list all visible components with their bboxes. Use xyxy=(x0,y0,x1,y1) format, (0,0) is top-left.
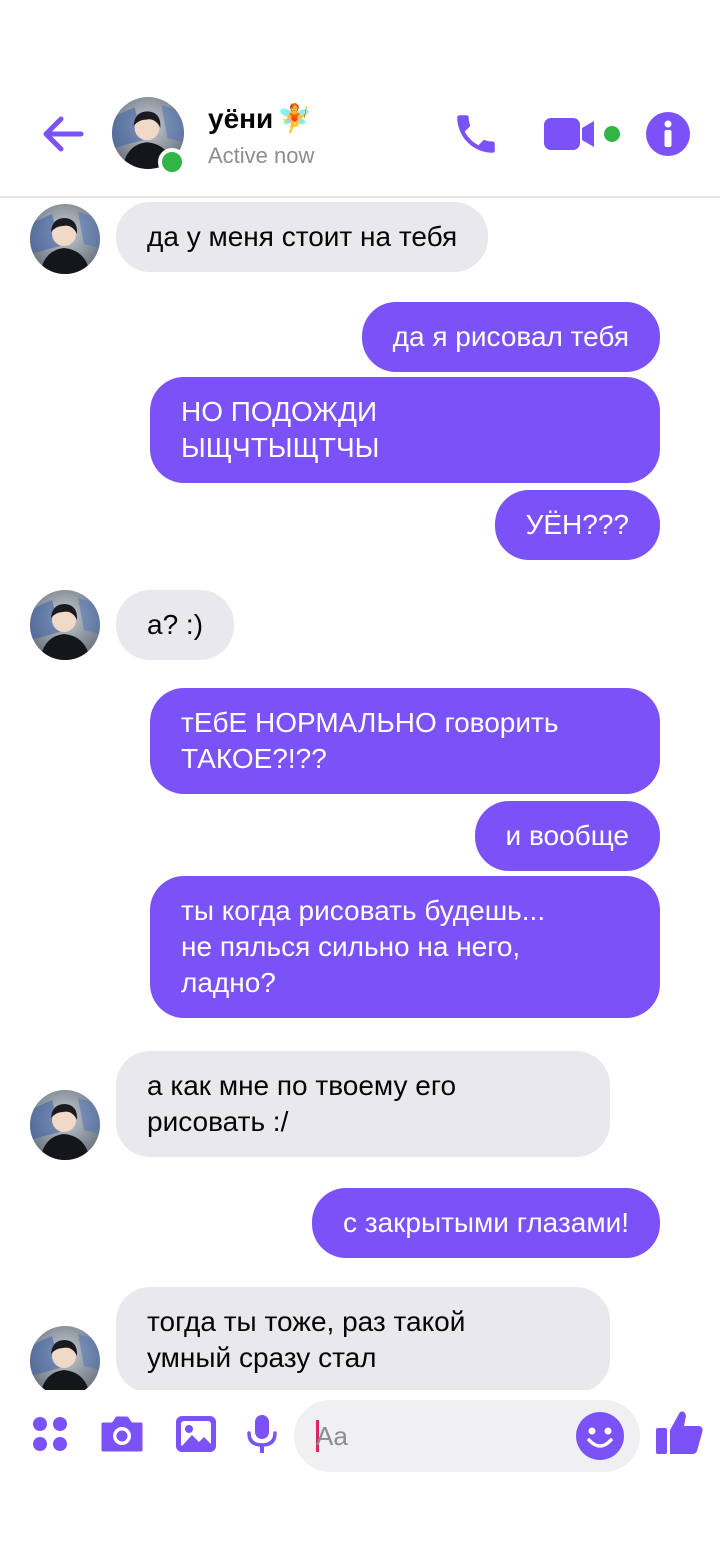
chat-header: уёни 🧚 Active now xyxy=(0,0,720,198)
message-thread[interactable]: да у меня стоит на тебя да я рисовал теб… xyxy=(0,200,720,1390)
contact-name[interactable]: уёни 🧚 xyxy=(208,102,312,135)
back-arrow-icon[interactable] xyxy=(36,108,88,160)
message-composer xyxy=(0,1392,720,1482)
phone-icon[interactable] xyxy=(448,106,504,162)
sender-avatar xyxy=(30,204,100,274)
incoming-message[interactable]: тогда ты тоже, раз такой умный сразу ста… xyxy=(116,1287,610,1390)
outgoing-message[interactable]: да я рисовал тебя xyxy=(361,302,660,372)
incoming-message[interactable]: а как мне по твоему его рисовать :/ xyxy=(116,1051,610,1157)
contact-name-text: уёни xyxy=(208,102,274,134)
incoming-message[interactable]: да у меня стоит на тебя xyxy=(116,202,489,272)
outgoing-message[interactable]: НО ПОДОЖДИ ЫЩЧТЫЩТЧЫ xyxy=(150,377,660,483)
gallery-icon[interactable] xyxy=(170,1408,222,1460)
incoming-message[interactable]: а? :) xyxy=(116,590,235,660)
thumbs-up-icon[interactable] xyxy=(654,1406,710,1462)
active-status: Active now xyxy=(208,143,315,168)
sender-avatar xyxy=(30,1326,100,1390)
apps-grid-icon[interactable] xyxy=(24,1408,76,1460)
message-input-box[interactable] xyxy=(294,1400,640,1472)
outgoing-message[interactable]: тЕбЕ НОРМАЛЬНО говорить ТАКОЕ?!?? xyxy=(150,688,660,794)
outgoing-message[interactable]: и вообще xyxy=(474,801,660,871)
sender-avatar xyxy=(30,590,100,660)
outgoing-message[interactable]: с закрытыми глазами! xyxy=(311,1188,660,1258)
message-input[interactable] xyxy=(316,1416,556,1456)
online-indicator xyxy=(158,148,186,176)
emoji-icon[interactable] xyxy=(574,1410,626,1462)
sender-avatar xyxy=(30,1090,100,1160)
fairy-emoji: 🧚 xyxy=(277,103,313,134)
outgoing-message[interactable]: ты когда рисовать будешь... не пялься си… xyxy=(150,876,660,1018)
video-camera-icon[interactable] xyxy=(540,110,626,158)
info-icon[interactable] xyxy=(644,110,692,158)
camera-icon[interactable] xyxy=(96,1408,148,1460)
outgoing-message[interactable]: УЁН??? xyxy=(494,490,660,560)
microphone-icon[interactable] xyxy=(236,1408,288,1460)
